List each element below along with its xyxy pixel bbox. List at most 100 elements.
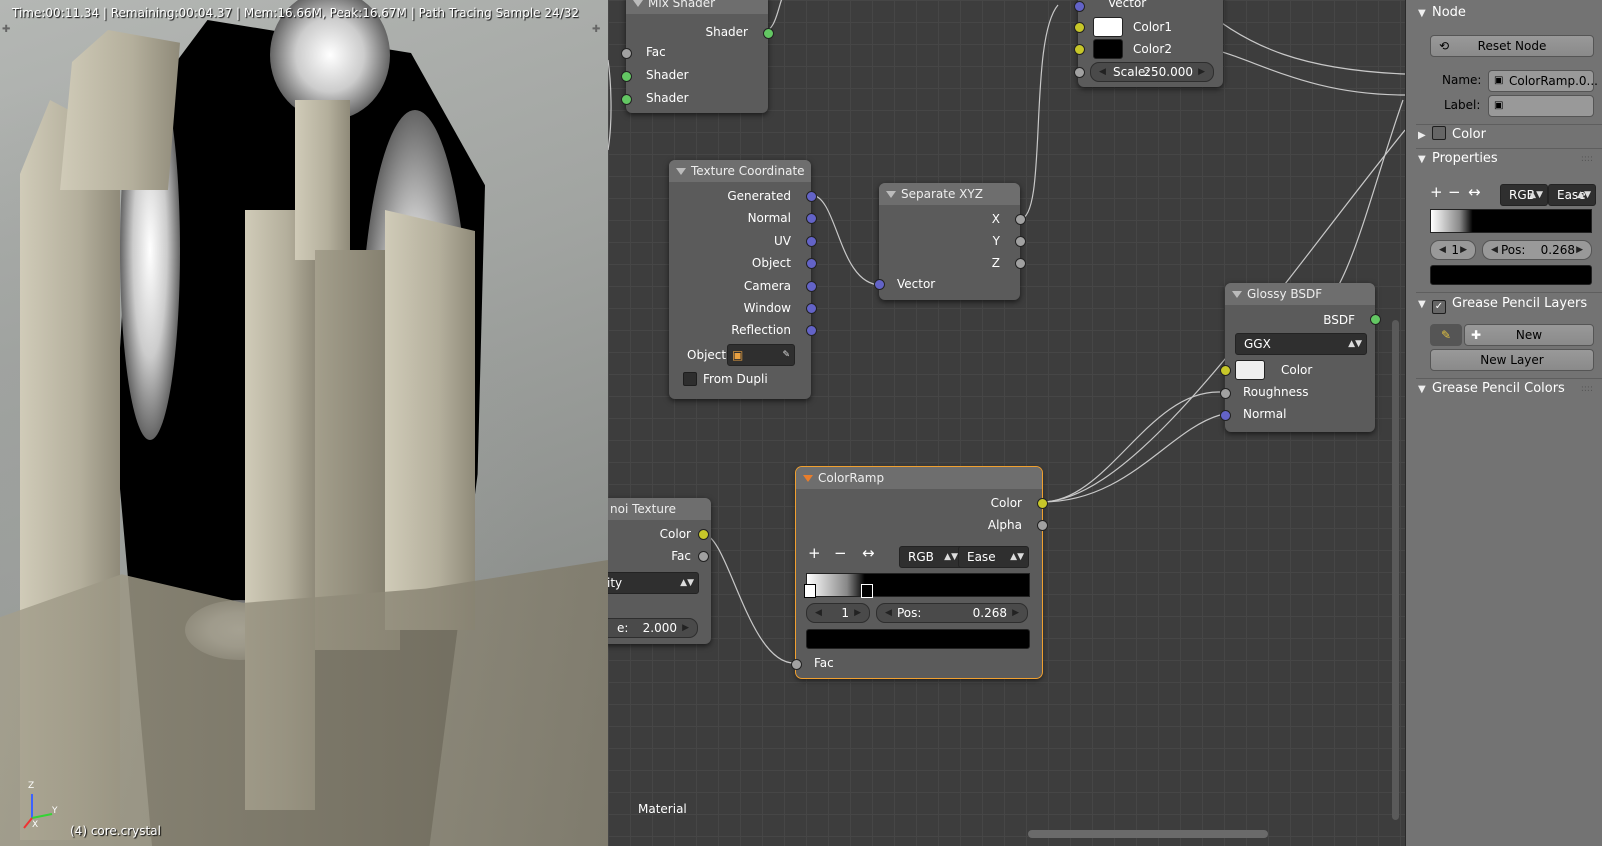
gp-layers-checkbox[interactable]: ✓ bbox=[1432, 300, 1446, 314]
texcoord-uv-socket[interactable] bbox=[806, 236, 817, 247]
node-name-field[interactable]: ▣ ColorRamp.0... bbox=[1488, 70, 1598, 92]
glossy-color-socket[interactable] bbox=[1220, 365, 1231, 376]
checker-color1-swatch[interactable] bbox=[1093, 17, 1123, 37]
texcoord-camera-socket[interactable] bbox=[806, 281, 817, 292]
colorramp-gradient-bar[interactable] bbox=[806, 573, 1030, 597]
panel-grip-icon[interactable]: :::: bbox=[1581, 154, 1593, 164]
colorramp-stop-0-handle[interactable] bbox=[804, 584, 816, 598]
colorramp-pos-field[interactable]: ◀ Pos: 0.268 ▶ bbox=[876, 603, 1028, 623]
collapse-triangle-icon: ▼ bbox=[1418, 8, 1426, 19]
expand-triangle-icon: ▶ bbox=[1418, 130, 1426, 141]
panel-grip-icon[interactable]: :::: bbox=[1581, 384, 1593, 394]
glossy-bsdf-output-socket[interactable] bbox=[1370, 314, 1381, 325]
viewport-corner-handle-right[interactable]: ✚ bbox=[592, 24, 602, 35]
colorramp-node[interactable]: ColorRamp Color Alpha + − ↔ RGB ▲▼ Ease … bbox=[796, 467, 1042, 678]
flip-ramp-icon[interactable]: ↔ bbox=[1468, 183, 1481, 201]
texcoord-reflection-socket[interactable] bbox=[806, 325, 817, 336]
color-checkbox[interactable] bbox=[1432, 126, 1446, 140]
texcoord-window-socket[interactable] bbox=[806, 303, 817, 314]
panel-mode-dropdown[interactable]: RGB ▲▼ bbox=[1500, 184, 1548, 206]
panel-stop-color-swatch[interactable] bbox=[1430, 265, 1592, 285]
colorramp-title[interactable]: ColorRamp bbox=[796, 467, 1042, 489]
separate-vector-socket[interactable] bbox=[874, 279, 885, 290]
node-panel-header[interactable]: ▼ Node bbox=[1418, 2, 1466, 24]
gp-colors-panel-header[interactable]: ▼ Grease Pencil Colors bbox=[1418, 378, 1565, 400]
node-editor-vertical-scrollbar[interactable] bbox=[1392, 320, 1399, 820]
gp-pencil-button[interactable]: ✎ bbox=[1430, 324, 1462, 346]
glossy-distribution-dropdown[interactable]: GGX ▲▼ bbox=[1235, 333, 1367, 355]
mix-shader-title[interactable]: Mix Shader bbox=[626, 0, 768, 14]
colorramp-stop-color-swatch[interactable] bbox=[806, 629, 1030, 649]
texcoord-normal-socket[interactable] bbox=[806, 213, 817, 224]
colorramp-interp-dropdown[interactable]: Ease ▲▼ bbox=[958, 546, 1029, 568]
checker-color1-socket[interactable] bbox=[1074, 22, 1085, 33]
separate-xyz-title[interactable]: Separate XYZ bbox=[879, 183, 1020, 205]
remove-stop-icon[interactable]: − bbox=[834, 544, 847, 562]
checker-scale-socket[interactable] bbox=[1074, 67, 1085, 78]
eyedropper-icon[interactable]: ✎ bbox=[782, 345, 790, 365]
node-editor-horizontal-scrollbar[interactable] bbox=[1028, 830, 1268, 838]
colorramp-alpha-output-socket[interactable] bbox=[1037, 520, 1048, 531]
colorramp-stop-1-handle[interactable] bbox=[861, 584, 873, 598]
node-editor[interactable]: Mix Shader Shader Fac Shader Shader Vect… bbox=[608, 0, 1405, 846]
gp-layers-panel-header[interactable]: ▼ ✓ Grease Pencil Layers bbox=[1418, 293, 1587, 315]
voronoi-coloring-dropdown[interactable]: ity ▲▼ bbox=[608, 572, 699, 594]
panel-index-field[interactable]: ◀ 1 ▶ bbox=[1430, 240, 1476, 260]
separate-y-socket[interactable] bbox=[1015, 236, 1026, 247]
gp-new-button[interactable]: ✚ New bbox=[1464, 324, 1594, 346]
checker-vector-socket[interactable] bbox=[1074, 1, 1085, 12]
texcoord-title[interactable]: Texture Coordinate bbox=[669, 160, 811, 182]
mix-shader-shader1-socket[interactable] bbox=[621, 71, 632, 82]
properties-panel-header[interactable]: ▼ Properties bbox=[1418, 148, 1498, 170]
glossy-title[interactable]: Glossy BSDF bbox=[1225, 283, 1375, 305]
voronoi-texture-node[interactable]: noi Texture Color Fac ity ▲▼ e: 2.000 ▶ bbox=[608, 498, 711, 644]
panel-interp-dropdown[interactable]: Ease ▲▼ bbox=[1548, 184, 1596, 206]
mix-shader-shader2-label: Shader bbox=[646, 91, 689, 105]
mix-shader-node[interactable]: Mix Shader Shader Fac Shader Shader bbox=[626, 0, 768, 113]
separate-x-socket[interactable] bbox=[1015, 214, 1026, 225]
separate-z-socket[interactable] bbox=[1015, 258, 1026, 269]
texcoord-object-picker[interactable]: ▣ ✎ bbox=[727, 344, 795, 366]
add-stop-icon[interactable]: + bbox=[1430, 183, 1443, 201]
viewport-corner-handle-left[interactable]: ✚ bbox=[2, 24, 12, 35]
flip-ramp-icon[interactable]: ↔ bbox=[862, 544, 875, 562]
colorramp-index-field[interactable]: ◀ 1 ▶ bbox=[806, 603, 870, 623]
texcoord-generated-label: Generated bbox=[727, 189, 791, 203]
voronoi-title-text: noi Texture bbox=[610, 502, 677, 516]
colorramp-mode-dropdown[interactable]: RGB ▲▼ bbox=[899, 546, 963, 568]
voronoi-fac-socket[interactable] bbox=[698, 551, 709, 562]
checker-color2-socket[interactable] bbox=[1074, 44, 1085, 55]
remove-stop-icon[interactable]: − bbox=[1448, 183, 1461, 201]
reset-node-button[interactable]: ⟲ Reset Node bbox=[1430, 35, 1594, 57]
texcoord-object-socket[interactable] bbox=[806, 258, 817, 269]
glossy-roughness-socket[interactable] bbox=[1220, 388, 1231, 399]
mix-shader-output-socket[interactable] bbox=[763, 28, 774, 39]
voronoi-color-socket[interactable] bbox=[698, 529, 709, 540]
new-layer-button[interactable]: New Layer bbox=[1430, 349, 1594, 371]
mix-shader-shader2-socket[interactable] bbox=[621, 94, 632, 105]
checker-texture-node[interactable]: Vector Color1 Color2 ◀ Scale: 250.000 ▶ bbox=[1078, 0, 1223, 87]
glossy-bsdf-node[interactable]: Glossy BSDF BSDF GGX ▲▼ Color Roughness … bbox=[1225, 283, 1375, 432]
colorramp-color-output-socket[interactable] bbox=[1037, 498, 1048, 509]
voronoi-scale-field[interactable]: e: 2.000 ▶ bbox=[608, 618, 698, 638]
panel-gradient-bar[interactable] bbox=[1430, 209, 1592, 233]
checker-scale-field[interactable]: ◀ Scale: 250.000 ▶ bbox=[1090, 62, 1214, 82]
node-icon: ▣ bbox=[1494, 75, 1504, 86]
separate-xyz-node[interactable]: Separate XYZ X Y Z Vector bbox=[879, 183, 1020, 300]
mix-shader-fac-socket[interactable] bbox=[621, 48, 632, 59]
node-label-field[interactable]: ▣ bbox=[1488, 95, 1594, 117]
add-stop-icon[interactable]: + bbox=[808, 544, 821, 562]
checker-color2-label: Color2 bbox=[1133, 42, 1172, 56]
voronoi-title[interactable]: noi Texture bbox=[608, 498, 711, 520]
texcoord-generated-socket[interactable] bbox=[806, 191, 817, 202]
render-viewport[interactable]: Time:00:11.34 | Remaining:00:04.37 | Mem… bbox=[0, 0, 608, 846]
checker-color2-swatch[interactable] bbox=[1093, 39, 1123, 59]
texture-coordinate-node[interactable]: Texture Coordinate Generated Normal UV O… bbox=[669, 160, 811, 399]
glossy-normal-socket[interactable] bbox=[1220, 410, 1231, 421]
glossy-color-swatch[interactable] bbox=[1235, 360, 1265, 380]
from-dupli-checkbox[interactable] bbox=[683, 372, 697, 386]
properties-sidebar[interactable]: ▼ Node ⟲ Reset Node Name: ▣ ColorRamp.0..… bbox=[1405, 0, 1602, 846]
colorramp-fac-input-socket[interactable] bbox=[791, 659, 802, 670]
color-panel-header[interactable]: ▶ Color bbox=[1418, 124, 1486, 146]
panel-pos-field[interactable]: ◀ Pos: 0.268 ▶ bbox=[1482, 240, 1592, 260]
